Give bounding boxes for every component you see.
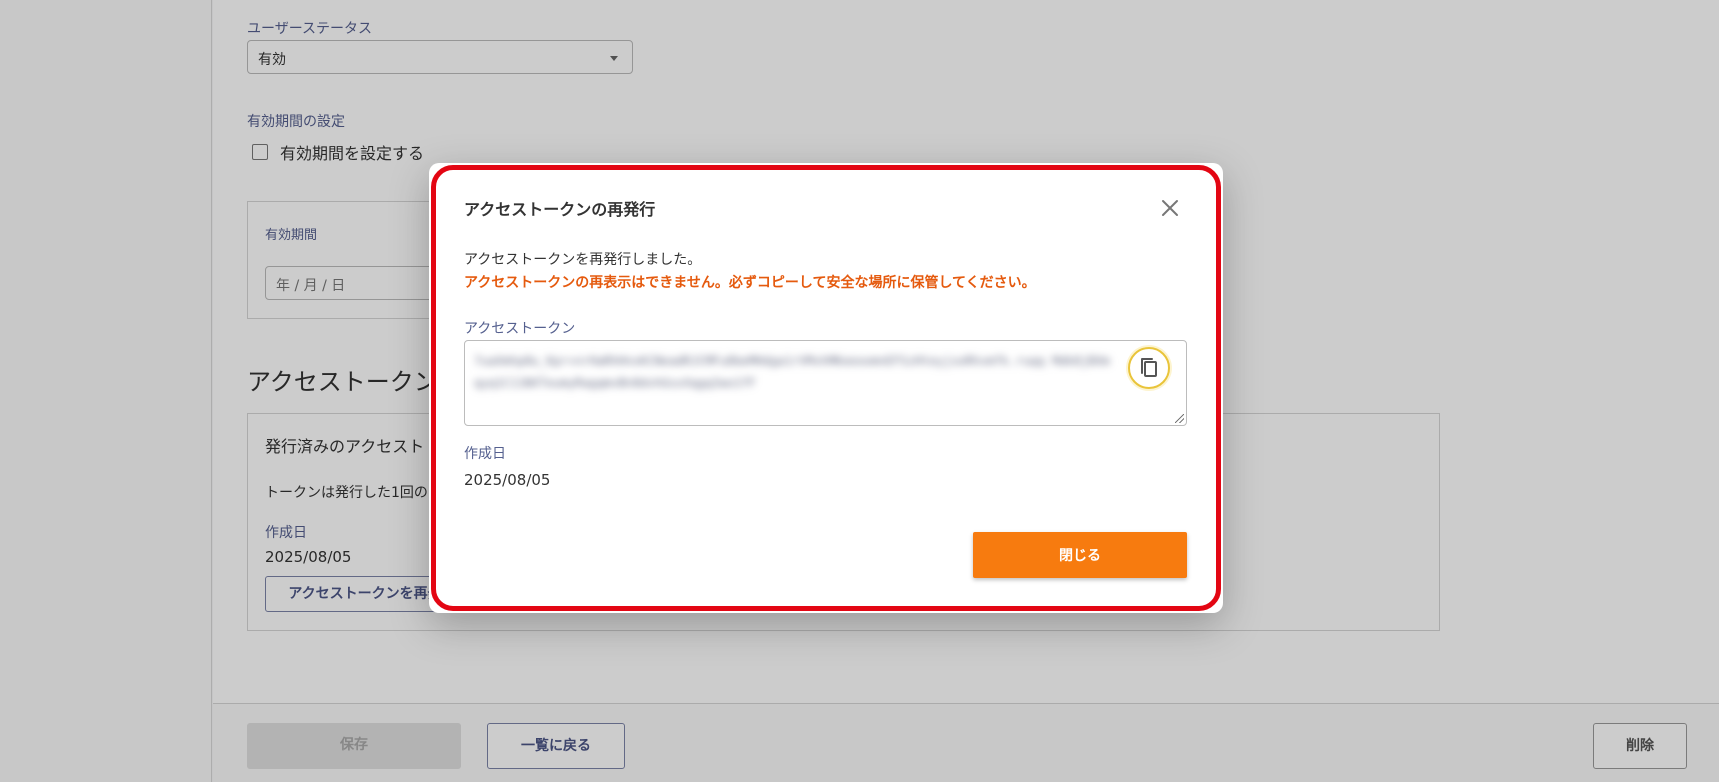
token-field-label: アクセストークン [464,321,576,337]
dialog-close-button[interactable] [1158,196,1182,220]
resize-handle-icon[interactable] [1175,414,1184,423]
reissue-token-dialog: アクセストークンの再発行 アクセストークンを再発行しました。 アクセストークンの… [429,163,1223,613]
copy-token-button[interactable] [1128,347,1170,389]
copy-icon [1141,358,1157,377]
token-textarea[interactable]: 7uaXmhp8u_Kpr+nrHaRhHnxKCNeadRJCMFu8beMH… [464,340,1187,426]
dialog-message: アクセストークンを再発行しました。 [464,252,702,268]
dialog-created-value: 2025/08/05 [464,471,551,489]
dialog-warning: アクセストークンの再表示はできません。必ずコピーして安全な場所に保管してください… [464,275,1036,291]
close-icon [1162,200,1178,216]
dialog-close-primary-button[interactable]: 閉じる [973,532,1187,578]
dialog-created-label: 作成日 [464,446,506,462]
token-value: 7uaXmhp8u_Kpr+nrHaRhHnxKCNeadRJCMFu8beMH… [474,354,1110,390]
dialog-title: アクセストークンの再発行 [464,200,656,219]
